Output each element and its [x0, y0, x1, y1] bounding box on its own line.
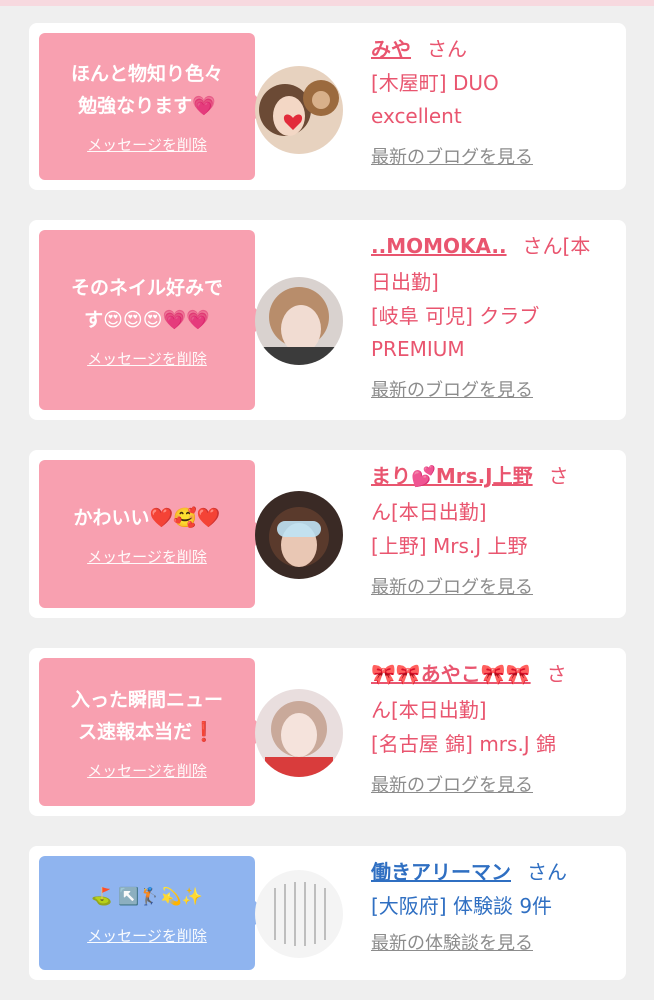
avatar[interactable]: [255, 277, 343, 365]
message-line: そのネイル好みで: [70, 276, 223, 299]
message-line: 勉強なります💗: [78, 95, 216, 117]
avatar[interactable]: [255, 689, 343, 777]
message-bubble: ほんと物知り色々 勉強なります💗 メッセージを削除: [39, 33, 267, 180]
shop-line: [上野] Mrs.J 上野: [371, 534, 528, 558]
shop-info: [岐阜 可児] クラブ PREMIUM: [371, 300, 616, 366]
honorific: さん: [427, 37, 467, 61]
attendance-status: 日出勤]: [371, 270, 439, 294]
message-text: ⛳ ↖️🏌️💫✨: [77, 881, 217, 913]
avatar[interactable]: [255, 66, 343, 154]
message-card: 入った瞬間ニュー ス速報本当だ❗ メッセージを削除 🎀🎀あやこ🎀🎀 さ ん[本日出…: [29, 648, 626, 816]
message-bubble: かわいい❤️🥰❤️ メッセージを削除: [39, 460, 267, 608]
message-bubble: そのネイル好みで す😍😍😍💗💗 メッセージを削除: [39, 230, 267, 410]
latest-blog-link[interactable]: 最新のブログを見る: [371, 573, 616, 603]
message-bubble: ⛳ ↖️🏌️💫✨ メッセージを削除: [39, 856, 267, 970]
shop-line: PREMIUM: [371, 337, 465, 361]
user-info: みや さん [木屋町] DUO excellent 最新のブログを見る: [371, 31, 616, 173]
honorific: さん[本: [522, 234, 591, 258]
honorific: さ: [548, 464, 569, 488]
honorific: さ: [546, 662, 567, 686]
attendance-status: ん[本日出勤]: [371, 500, 487, 524]
message-text: 入った瞬間ニュー ス速報本当だ❗: [57, 684, 237, 748]
user-name-link[interactable]: みや: [371, 37, 411, 61]
message-card: ⛳ ↖️🏌️💫✨ メッセージを削除 働きアリーマン さん [大阪府] 体験談 9件…: [29, 846, 626, 980]
latest-blog-link[interactable]: 最新のブログを見る: [371, 376, 616, 406]
shop-line: [名古屋 錦] mrs.J 錦: [371, 732, 557, 756]
message-line: ⛳ ↖️🏌️💫✨: [91, 886, 203, 907]
message-line: かわいい❤️🥰❤️: [73, 506, 221, 529]
user-info: まり💕Mrs.J上野さ ん[本日出勤] [上野] Mrs.J 上野 最新のブログ…: [371, 458, 616, 603]
shop-info: [木屋町] DUO excellent: [371, 67, 616, 133]
user-name-link[interactable]: まり💕Mrs.J上野: [371, 464, 533, 488]
delete-message-link[interactable]: メッセージを削除: [87, 925, 207, 946]
shop-line: excellent: [371, 104, 462, 128]
avatar[interactable]: [255, 870, 343, 958]
message-card: ほんと物知り色々 勉強なります💗 メッセージを削除 みや さん [木屋町] DUO…: [29, 23, 626, 190]
message-text: ほんと物知り色々 勉強なります💗: [57, 58, 237, 122]
message-line: ス速報本当だ❗: [78, 720, 216, 743]
user-info: ..MOMOKA.. さん[本 日出勤] [岐阜 可児] クラブ PREMIUM …: [371, 228, 616, 406]
report-line: [大阪府] 体験談 9件: [371, 894, 553, 918]
message-card: かわいい❤️🥰❤️ メッセージを削除 まり💕Mrs.J上野さ ん[本日出勤] […: [29, 450, 626, 618]
message-card: そのネイル好みで す😍😍😍💗💗 メッセージを削除 ..MOMOKA.. さん[本 …: [29, 220, 626, 420]
message-text: かわいい❤️🥰❤️: [60, 502, 235, 534]
user-name-link[interactable]: ..MOMOKA..: [371, 234, 507, 258]
delete-message-link[interactable]: メッセージを削除: [87, 134, 207, 155]
attendance-status: ん[本日出勤]: [371, 698, 487, 722]
user-info: 🎀🎀あやこ🎀🎀 さ ん[本日出勤] [名古屋 錦] mrs.J 錦 最新のブログを…: [371, 656, 616, 801]
user-name-link[interactable]: 働きアリーマン: [371, 860, 511, 884]
user-info: 働きアリーマン さん [大阪府] 体験談 9件 最新の体験談を見る: [371, 854, 616, 959]
top-border: [0, 0, 654, 6]
shop-info: [上野] Mrs.J 上野: [371, 530, 616, 563]
latest-blog-link[interactable]: 最新のブログを見る: [371, 143, 616, 173]
honorific: さん: [527, 860, 567, 884]
message-line: ほんと物知り色々: [70, 63, 223, 85]
message-bubble: 入った瞬間ニュー ス速報本当だ❗ メッセージを削除: [39, 658, 267, 806]
shop-info: [名古屋 錦] mrs.J 錦: [371, 728, 616, 761]
delete-message-link[interactable]: メッセージを削除: [87, 760, 207, 781]
user-name-link[interactable]: 🎀🎀あやこ🎀🎀: [371, 662, 531, 686]
shop-line: [木屋町] DUO: [371, 71, 499, 95]
latest-report-link[interactable]: 最新の体験談を見る: [371, 929, 616, 959]
delete-message-link[interactable]: メッセージを削除: [87, 348, 207, 369]
avatar[interactable]: [255, 491, 343, 579]
delete-message-link[interactable]: メッセージを削除: [87, 546, 207, 567]
shop-line: [岐阜 可児] クラブ: [371, 304, 540, 328]
message-line: す😍😍😍💗💗: [84, 308, 210, 331]
latest-blog-link[interactable]: 最新のブログを見る: [371, 771, 616, 801]
report-info: [大阪府] 体験談 9件: [371, 890, 616, 923]
message-text: そのネイル好みで す😍😍😍💗💗: [57, 272, 237, 336]
message-line: 入った瞬間ニュー: [70, 688, 223, 711]
